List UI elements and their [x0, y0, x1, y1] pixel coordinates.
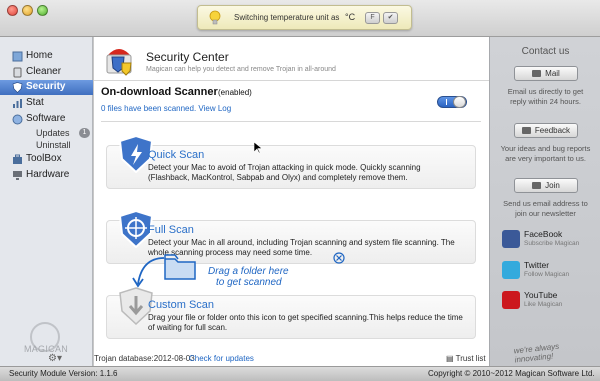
toggle-knob: [453, 96, 466, 108]
feedback-label: Feedback: [534, 126, 571, 135]
status-bar: Security Module Version: 1.1.6 Copyright…: [0, 366, 600, 381]
facebook-sub: Subscribe Magican: [524, 240, 580, 247]
drag-arrow-icon: [132, 257, 165, 288]
facebook-icon: [502, 230, 520, 248]
page-title: Security Center: [146, 50, 229, 64]
lightbulb-icon: [209, 10, 221, 25]
facebook-name: FaceBook: [524, 229, 563, 239]
shield-icon: [12, 82, 23, 93]
drag-hint-line1: Drag a folder here: [208, 266, 289, 277]
mail-button[interactable]: Mail: [514, 66, 578, 81]
copyright: Copyright © 2010~2012 Magican Software L…: [428, 369, 595, 378]
twitter-icon: [502, 261, 520, 279]
software-icon: [12, 114, 23, 125]
join-label: Join: [545, 181, 560, 190]
folder-icon: [164, 254, 196, 280]
youtube-name: YouTube: [524, 290, 558, 300]
sidebar-item-hardware[interactable]: Hardware: [0, 168, 93, 183]
security-center-logo-icon: [106, 49, 132, 76]
list-icon: ▤: [446, 354, 456, 363]
brand-logo-text: MAGICAN: [23, 344, 69, 354]
temperature-unit-notice: Switching temperature unit as °C F ✔: [197, 5, 412, 30]
join-button[interactable]: Join: [514, 178, 578, 193]
custom-scan-description: Drag your file or folder onto this icon …: [148, 313, 463, 332]
fahrenheit-button[interactable]: F: [365, 12, 380, 24]
youtube-icon: [502, 291, 520, 309]
notice-text: Switching temperature unit as: [234, 13, 340, 22]
quick-scan-description: Detect your Mac to avoid of Trojan attac…: [148, 163, 421, 182]
sidebar-item-label: Stat: [26, 97, 44, 108]
toolbox-icon: [13, 154, 22, 164]
main-panel: Security Center Magican can help you det…: [94, 37, 489, 366]
sidebar-item-label: Hardware: [26, 169, 70, 180]
on-download-scanner-title: On-download Scanner: [101, 86, 218, 98]
mail-icon: [532, 70, 542, 77]
view-log-link[interactable]: View Log: [198, 104, 231, 113]
sidebar-item-label: ToolBox: [26, 153, 62, 164]
page-subtitle: Magican can help you detect and remove T…: [146, 66, 336, 73]
mail-description: Email us directly to get reply within 24…: [507, 87, 584, 106]
feedback-icon: [521, 127, 531, 134]
custom-scan-title[interactable]: Custom Scan: [148, 299, 214, 311]
sidebar-subitem-updates[interactable]: Updates: [36, 128, 70, 138]
minimize-window-button[interactable]: [22, 5, 33, 16]
sidebar: Home Cleaner Security Stat Software Upda…: [0, 37, 93, 366]
zoom-window-button[interactable]: [37, 5, 48, 16]
youtube-link[interactable]: YouTube Like Magican: [502, 289, 598, 313]
page-header: Security Center Magican can help you det…: [94, 37, 489, 81]
sidebar-subitem-uninstall[interactable]: Uninstall: [36, 140, 71, 150]
contact-title: Contact us: [521, 46, 570, 57]
sidebar-item-label: Cleaner: [26, 66, 62, 77]
scanned-count: 0 files have been scanned. View Log: [101, 104, 231, 113]
scanner-toggle[interactable]: [437, 96, 467, 108]
toggle-on-mark: [446, 99, 447, 105]
confirm-button[interactable]: ✔: [383, 12, 398, 24]
scanned-count-text: 0 files have been scanned.: [101, 104, 197, 113]
updates-count-badge: 1: [79, 128, 90, 138]
trust-list-label: Trust list: [455, 354, 486, 363]
stat-icon: [13, 99, 22, 108]
twitter-name: Twitter: [524, 260, 550, 270]
feedback-description: Your ideas and bug reports are very impo…: [500, 144, 591, 163]
sidebar-item-toolbox[interactable]: ToolBox: [0, 152, 93, 167]
join-description: Send us email address to join our newsle…: [503, 199, 588, 218]
title-bar: Switching temperature unit as °C F ✔: [0, 0, 600, 37]
sidebar-item-label: Software: [26, 113, 66, 124]
trojan-database-date: Trojan database:2012-08-03: [94, 354, 195, 363]
full-scan-title[interactable]: Full Scan: [148, 224, 194, 236]
close-hint-icon[interactable]: [332, 251, 346, 265]
scanner-status: (enabled): [218, 88, 252, 97]
facebook-link[interactable]: FaceBook Subscribe Magican: [502, 228, 598, 252]
drag-folder-hint: Drag a folder here to get scanned: [208, 266, 289, 288]
quick-scan-title[interactable]: Quick Scan: [148, 149, 204, 161]
cleaner-icon: [13, 67, 22, 78]
notice-unit: °C: [345, 12, 356, 22]
twitter-link[interactable]: Twitter Follow Magican: [502, 259, 598, 283]
youtube-sub: Like Magican: [524, 301, 563, 308]
divider: [101, 121, 481, 122]
mail-label: Mail: [545, 69, 560, 78]
sidebar-item-label: Security: [26, 81, 66, 92]
join-icon: [532, 182, 542, 189]
drag-hint-line2: to get scanned: [216, 277, 282, 288]
sidebar-item-software[interactable]: Software: [0, 112, 93, 127]
sidebar-item-stat[interactable]: Stat: [0, 96, 93, 111]
check-for-updates-link[interactable]: Check for updates: [189, 354, 254, 363]
sidebar-item-cleaner[interactable]: Cleaner: [0, 65, 93, 80]
sidebar-item-home[interactable]: Home: [0, 49, 93, 64]
module-version: Security Module Version: 1.1.6: [9, 369, 118, 378]
home-icon: [12, 51, 23, 62]
sidebar-item-label: Home: [26, 50, 53, 61]
sidebar-item-security[interactable]: Security: [0, 80, 93, 95]
mouse-cursor-icon: [254, 142, 262, 154]
trust-list-button[interactable]: ▤ Trust list: [446, 354, 486, 363]
hardware-icon: [13, 171, 22, 180]
twitter-sub: Follow Magican: [524, 271, 570, 278]
close-window-button[interactable]: [7, 5, 18, 16]
gear-icon[interactable]: ⚙▾: [48, 353, 62, 364]
feedback-button[interactable]: Feedback: [514, 123, 578, 138]
contact-panel: Contact us Mail Email us directly to get…: [489, 37, 600, 366]
